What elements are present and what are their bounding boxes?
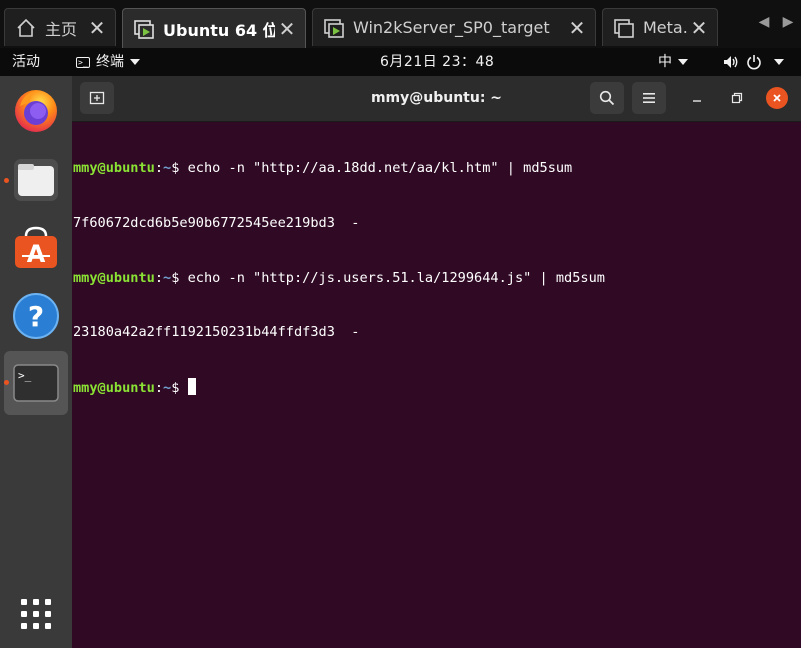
terminal-small-icon: >_: [76, 56, 90, 68]
minimize-icon: [693, 100, 701, 102]
terminal-prompt-line[interactable]: mmy@ubuntu:~$: [73, 377, 801, 396]
activities-button[interactable]: 活动: [12, 48, 40, 76]
terminal-header-bar: mmy@ubuntu: ~: [72, 76, 801, 122]
input-method-indicator[interactable]: 中: [658, 48, 688, 76]
command-text: $ echo -n "http://js.users.51.la/1299644…: [171, 269, 605, 286]
show-apps-grid-icon: [21, 599, 51, 629]
system-menu[interactable]: [722, 48, 784, 76]
terminal-window: mmy@ubuntu: ~ mmy@ubuntu:~$ echo -n "htt…: [72, 76, 801, 648]
chevron-down-icon: [678, 59, 688, 65]
prompt-user: mmy@ubuntu: [73, 160, 155, 177]
tab-label: 主页: [45, 19, 78, 39]
minimize-button[interactable]: [686, 87, 708, 109]
scroll-right-icon[interactable]: ▶: [778, 12, 798, 32]
tab-label: Meta...: [643, 18, 687, 37]
app-menu[interactable]: >_ 终端: [76, 48, 140, 76]
tab-label: Win2kServer_SP0_target: [353, 18, 550, 37]
home-icon: [15, 17, 37, 39]
terminal-output-line: 7f60672dcd6b5e90b6772545ee219bd3 -: [73, 215, 360, 231]
app-menu-label: 终端: [96, 54, 124, 70]
files-icon: [14, 159, 58, 201]
tab-win2kserver[interactable]: Win2kServer_SP0_target ✕: [312, 8, 596, 46]
close-icon[interactable]: ✕: [565, 16, 589, 40]
new-tab-icon: [89, 91, 105, 105]
dock-item-software[interactable]: A: [12, 224, 60, 272]
search-icon: [599, 90, 615, 106]
close-icon[interactable]: ✕: [687, 16, 711, 40]
dock-item-firefox[interactable]: [12, 86, 60, 134]
menu-icon: [643, 93, 655, 103]
prompt-user: mmy@ubuntu: [73, 269, 155, 286]
dock-item-help[interactable]: ?: [12, 292, 60, 340]
tab-meta[interactable]: Meta... ✕: [602, 8, 718, 46]
prompt-path: ~: [163, 379, 172, 396]
gnome-top-bar: 活动 >_ 终端 6月21日 23：48 中: [0, 48, 801, 76]
text-cursor: [187, 377, 196, 395]
firefox-icon: [15, 90, 57, 132]
terminal-output[interactable]: mmy@ubuntu:~$ echo -n "http://aa.18dd.ne…: [72, 123, 801, 648]
vm-icon: [323, 17, 345, 39]
vmware-tab-bar: 主页 ✕ Ubuntu 64 位 ✕ Win2kServer_SP0_targe…: [0, 0, 801, 48]
command-text: $ echo -n "http://aa.18dd.net/aa/kl.htm"…: [171, 160, 573, 177]
power-icon: [747, 55, 761, 70]
prompt-path: ~: [163, 269, 172, 286]
dock-item-files[interactable]: [12, 156, 60, 204]
running-indicator: [4, 178, 9, 183]
close-icon[interactable]: ✕: [85, 16, 109, 40]
maximize-button[interactable]: [726, 87, 748, 109]
vm-window-icon: [613, 17, 635, 39]
volume-icon: [724, 56, 738, 68]
chevron-down-icon: [130, 59, 140, 65]
dock-item-terminal[interactable]: >_: [12, 359, 60, 407]
prompt-path: ~: [163, 160, 172, 177]
svg-text:>_: >_: [18, 369, 32, 382]
terminal-command-line: mmy@ubuntu:~$ echo -n "http://aa.18dd.ne…: [73, 160, 573, 177]
vm-icon: [133, 18, 155, 40]
terminal-command-line: mmy@ubuntu:~$ echo -n "http://js.users.5…: [73, 269, 605, 286]
svg-text:?: ?: [28, 300, 44, 333]
terminal-icon: >_: [13, 364, 59, 402]
running-indicator: [4, 380, 9, 385]
dock: A ? >_: [0, 76, 72, 648]
tab-ubuntu[interactable]: Ubuntu 64 位 ✕: [122, 8, 306, 48]
chevron-down-icon: [774, 59, 784, 65]
prompt-symbol: $: [171, 379, 188, 396]
close-icon: [773, 94, 781, 102]
terminal-output-line: 23180a42a2ff1192150231b44ffdf3d3 -: [73, 324, 360, 341]
help-icon: ?: [13, 293, 59, 339]
hamburger-menu-button[interactable]: [632, 82, 666, 114]
clock[interactable]: 6月21日 23：48: [380, 48, 494, 76]
dock-item-show-apps[interactable]: [12, 590, 60, 638]
input-method-label: 中: [658, 54, 672, 70]
svg-text:A: A: [27, 240, 46, 268]
search-button[interactable]: [590, 82, 624, 114]
tab-label: Ubuntu 64 位: [163, 20, 275, 40]
restore-icon: [731, 92, 743, 104]
scroll-left-icon[interactable]: ◀: [754, 12, 774, 32]
tab-home[interactable]: 主页 ✕: [4, 8, 116, 46]
new-tab-button[interactable]: [80, 82, 114, 114]
close-window-button[interactable]: [766, 87, 788, 109]
software-center-icon: A: [15, 226, 57, 268]
prompt-user: mmy@ubuntu: [73, 379, 155, 396]
close-icon[interactable]: ✕: [275, 17, 299, 41]
